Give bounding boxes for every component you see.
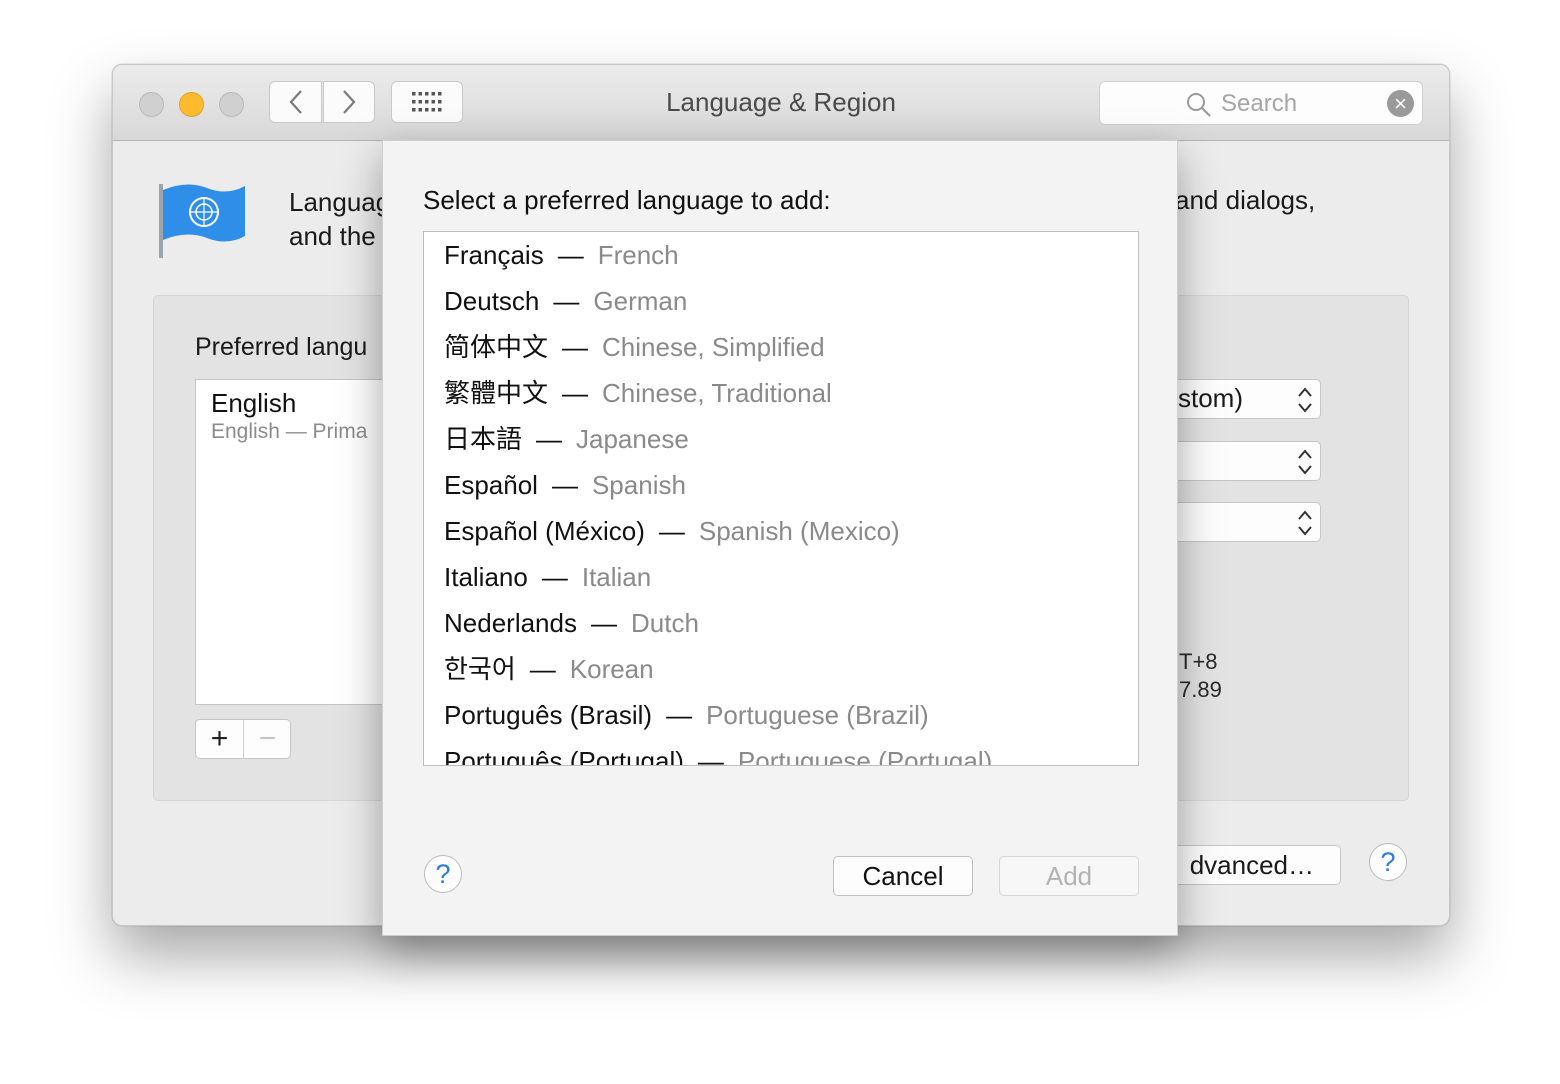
language-row[interactable]: Deutsch — German — [444, 278, 687, 324]
language-english-name: Japanese — [576, 424, 689, 454]
separator: — — [536, 424, 563, 454]
language-row[interactable]: Nederlands — Dutch — [444, 600, 699, 646]
language-english-name: Korean — [569, 654, 654, 684]
search-placeholder: Search — [1221, 90, 1298, 117]
separator: — — [557, 240, 584, 270]
number-format-text: 7.89 — [1179, 677, 1222, 702]
description-right-text: and dialogs, — [1175, 185, 1316, 215]
language-row[interactable]: Português (Brasil) — Portuguese (Brazil) — [444, 692, 929, 738]
preferred-languages-label: Preferred langu — [195, 333, 368, 361]
language-native-name: Português (Brasil) — [444, 700, 653, 730]
language-row[interactable]: 日本語 — Japanese — [444, 416, 689, 462]
united-nations-flag-icon — [159, 184, 245, 258]
language-english-name: Dutch — [630, 608, 699, 638]
separator: — — [590, 608, 617, 638]
language-row[interactable]: Italiano — Italian — [444, 554, 651, 600]
language-row[interactable]: Português (Portugal) — Portuguese (Portuga… — [444, 738, 993, 766]
language-english-name: Portuguese (Brazil) — [706, 700, 929, 730]
add-language-sheet: Select a preferred language to add: Fran… — [382, 140, 1178, 936]
language-row[interactable]: 简体中文 — Chinese, Simplified — [444, 324, 825, 370]
separator: — — [562, 378, 589, 408]
language-native-name: 日本語 — [444, 424, 523, 454]
language-native-name: Français — [444, 240, 544, 270]
language-native-name: Español — [444, 470, 538, 500]
separator: — — [541, 562, 568, 592]
up-down-arrows-icon — [1298, 510, 1312, 536]
add-language-button[interactable]: + — [196, 720, 244, 758]
title-bar: Language & Region Search × — [113, 65, 1449, 141]
first-day-popup[interactable] — [1153, 441, 1321, 481]
separator: — — [658, 516, 685, 546]
language-native-name: 繁體中文 — [444, 378, 549, 408]
separator: — — [697, 746, 724, 766]
language-native-name: Italiano — [444, 562, 528, 592]
language-native-name: Deutsch — [444, 286, 540, 316]
description-line-2: and the — [289, 221, 376, 251]
preferred-languages-list[interactable]: English English — Prima — [195, 379, 397, 705]
search-field[interactable]: Search × — [1099, 81, 1423, 125]
language-row[interactable]: Français — French — [444, 232, 679, 278]
advanced-button[interactable]: dvanced… — [1153, 845, 1341, 885]
sheet-title: Select a preferred language to add: — [423, 185, 831, 215]
add-button[interactable]: Add — [999, 856, 1139, 896]
description-text: Languag and the — [289, 185, 390, 253]
separator: — — [666, 700, 693, 730]
language-row[interactable]: Español (México) — Spanish (Mexico) — [444, 508, 900, 554]
timezone-text: T+8 — [1179, 649, 1218, 674]
language-english-name: Spanish (Mexico) — [698, 516, 900, 546]
window-help-button[interactable]: ? — [1369, 843, 1407, 881]
description-line-1: Languag — [289, 187, 391, 217]
language-native-name: Português (Portugal) — [444, 746, 684, 766]
language-native-name: 한국어 — [444, 654, 516, 684]
preferred-language-name: English — [211, 388, 297, 418]
language-native-name: Nederlands — [444, 608, 577, 638]
language-english-name: Italian — [581, 562, 652, 592]
language-native-name: Español (México) — [444, 516, 645, 546]
language-row[interactable]: 한국어 — Korean — [444, 646, 654, 692]
language-english-name: Chinese, Traditional — [602, 378, 832, 408]
language-english-name: Portuguese (Portugal) — [737, 746, 993, 766]
search-icon — [1187, 93, 1211, 117]
region-popup[interactable]: stom) — [1153, 379, 1321, 419]
language-list[interactable]: Français — French Deutsch — German 简体中文 — Chin… — [423, 231, 1139, 766]
separator: — — [551, 470, 578, 500]
up-down-arrows-icon — [1298, 387, 1312, 413]
sheet-help-button[interactable]: ? — [424, 855, 462, 893]
add-remove-control: + − — [195, 719, 291, 759]
region-popup-value: stom) — [1178, 383, 1243, 413]
separator: — — [553, 286, 580, 316]
remove-language-button[interactable]: − — [244, 720, 291, 758]
cancel-button[interactable]: Cancel — [833, 856, 973, 896]
language-english-name: Spanish — [591, 470, 686, 500]
separator: — — [529, 654, 556, 684]
language-row[interactable]: 繁體中文 — Chinese, Traditional — [444, 370, 832, 416]
calendar-popup[interactable] — [1153, 502, 1321, 542]
language-native-name: 简体中文 — [444, 332, 549, 362]
preferred-language-subtitle: English — Prima — [211, 420, 368, 443]
language-english-name: Chinese, Simplified — [602, 332, 825, 362]
separator: — — [562, 332, 589, 362]
language-row[interactable]: Español — Spanish — [444, 462, 686, 508]
language-english-name: French — [597, 240, 679, 270]
clear-search-icon[interactable]: × — [1387, 90, 1414, 117]
language-english-name: German — [593, 286, 688, 316]
up-down-arrows-icon — [1298, 449, 1312, 475]
